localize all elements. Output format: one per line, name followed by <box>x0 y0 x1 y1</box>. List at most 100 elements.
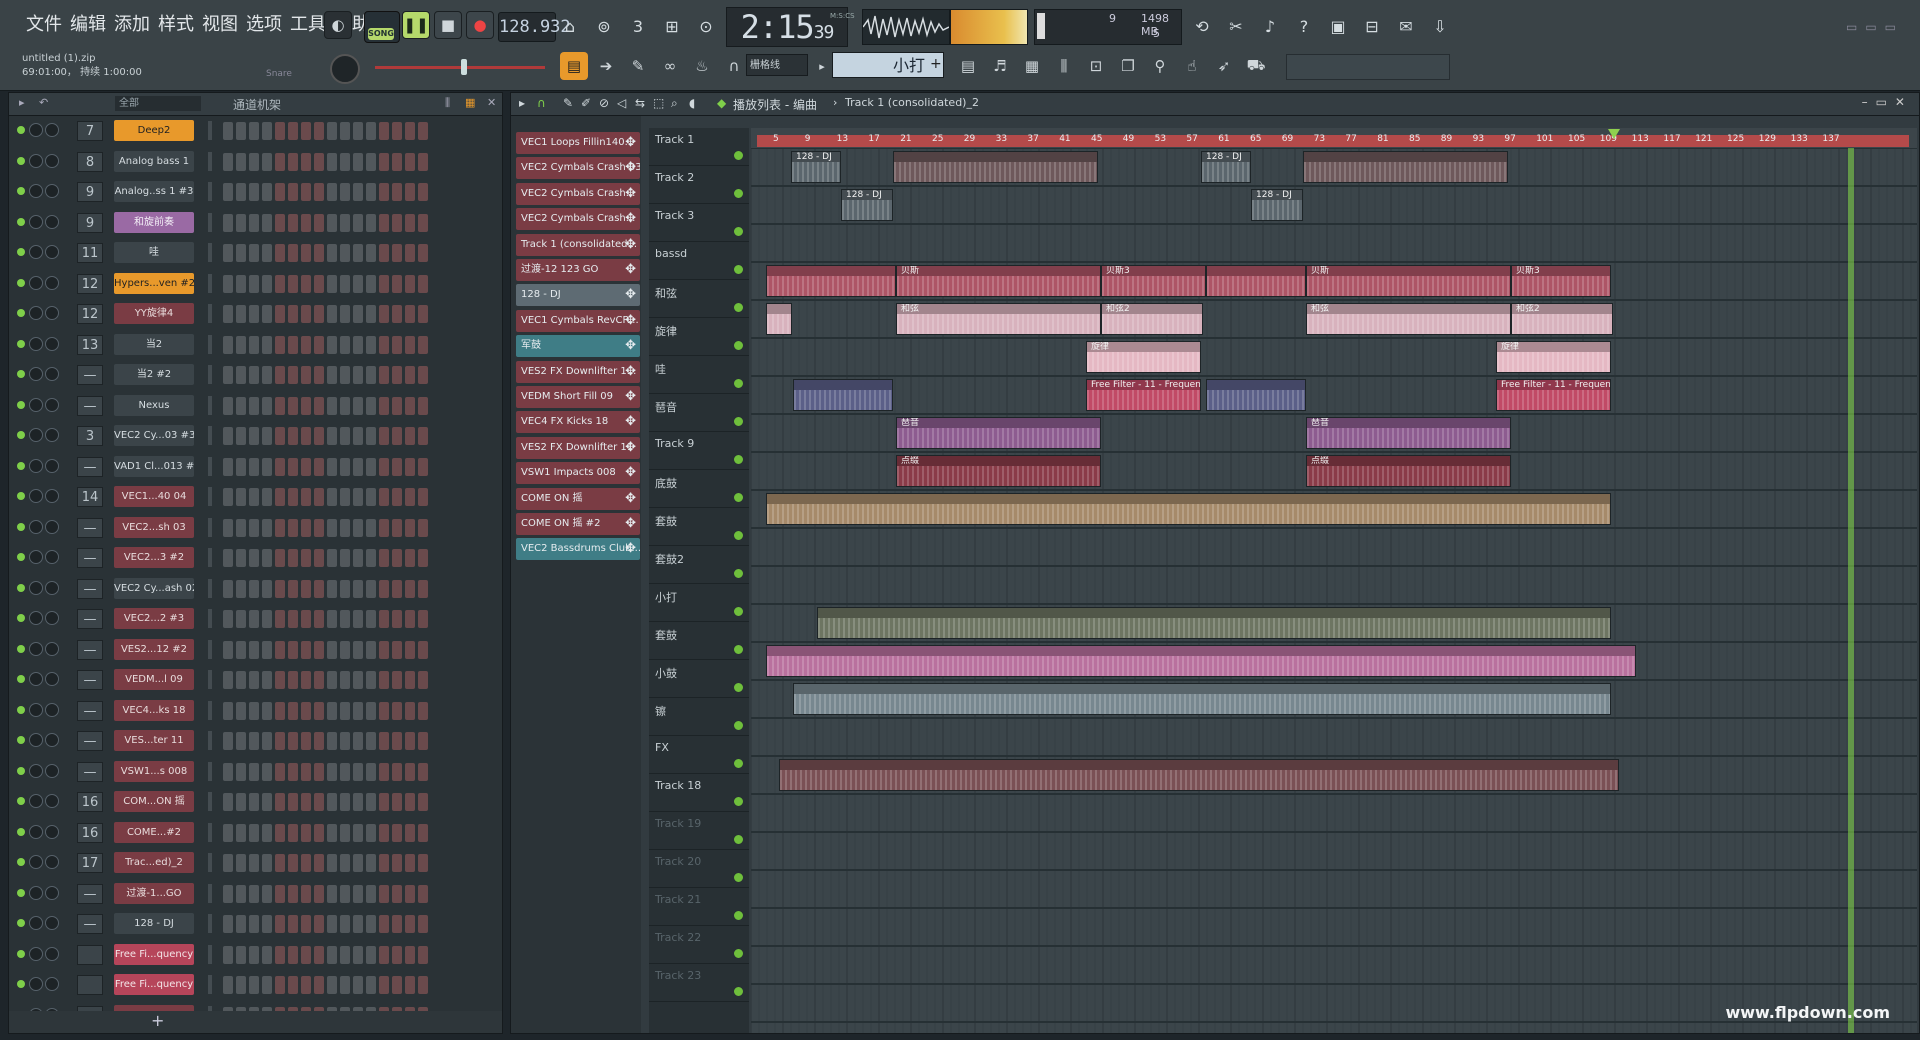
track-mute-icon[interactable] <box>734 455 743 464</box>
step-button[interactable] <box>379 915 389 933</box>
step-button[interactable] <box>275 701 285 720</box>
channel-mixer-number[interactable]: 16 <box>77 822 103 843</box>
step-button[interactable] <box>236 244 246 262</box>
step-button[interactable] <box>301 335 311 354</box>
channel-led-icon[interactable] <box>17 278 25 287</box>
channel-select[interactable] <box>208 609 212 628</box>
step-button[interactable] <box>262 854 272 872</box>
step-button[interactable] <box>275 976 285 994</box>
step-button[interactable] <box>314 549 324 567</box>
step-button[interactable] <box>236 488 246 506</box>
channel-row[interactable]: — VES...ter 11 <box>9 726 502 756</box>
volume-knob[interactable] <box>45 641 59 656</box>
step-button[interactable] <box>327 518 337 537</box>
step-sequencer[interactable] <box>223 732 428 750</box>
channel-name-button[interactable]: COME...#2 <box>114 821 194 843</box>
pan-knob[interactable] <box>29 824 43 839</box>
slip-tool-icon[interactable]: ⇆ <box>635 96 645 110</box>
step-button[interactable] <box>379 945 389 964</box>
channel-mixer-number[interactable]: — <box>77 548 103 568</box>
step-button[interactable] <box>301 884 311 903</box>
step-button[interactable] <box>249 244 259 262</box>
channel-name-button[interactable]: Hypers...ven #2 <box>114 272 194 294</box>
step-button[interactable] <box>275 152 285 171</box>
step-button[interactable] <box>379 366 389 384</box>
step-button[interactable] <box>236 183 246 201</box>
track-header[interactable]: 镲 <box>649 698 749 736</box>
step-sequencer[interactable] <box>223 610 428 628</box>
step-button[interactable] <box>275 122 285 140</box>
step-button[interactable] <box>301 244 311 262</box>
playlist-clip[interactable] <box>766 493 1611 525</box>
step-button[interactable] <box>405 457 415 476</box>
step-button[interactable] <box>379 244 389 262</box>
channel-name-button[interactable]: Analog bass 1 <box>114 150 194 172</box>
step-button[interactable] <box>275 854 285 872</box>
channel-name-button[interactable]: 128 - DJ <box>114 913 194 934</box>
step-button[interactable] <box>340 945 350 964</box>
step-button[interactable] <box>223 884 233 903</box>
clip-drag-icon[interactable]: ✥ <box>625 157 636 179</box>
track-header[interactable]: Track 20 <box>649 850 749 888</box>
step-button[interactable] <box>327 762 337 781</box>
channel-name-button[interactable]: 哇 <box>114 242 194 263</box>
channel-select[interactable] <box>208 243 212 262</box>
step-button[interactable] <box>249 884 259 903</box>
step-button[interactable] <box>262 427 272 445</box>
step-button[interactable] <box>249 823 259 842</box>
track-header[interactable]: 琶音 <box>649 394 749 432</box>
channel-mixer-number[interactable]: — <box>77 365 103 385</box>
step-button[interactable] <box>366 366 376 384</box>
channel-select[interactable] <box>208 883 212 903</box>
channel-led-icon[interactable] <box>17 614 25 622</box>
step-button[interactable] <box>301 152 311 171</box>
step-button[interactable] <box>353 884 363 903</box>
add-pattern-icon[interactable]: + <box>930 56 942 72</box>
step-button[interactable] <box>366 518 376 537</box>
channel-mixer-number[interactable]: — <box>77 700 103 721</box>
step-button[interactable] <box>314 823 324 842</box>
step-button[interactable] <box>340 518 350 537</box>
channel-select[interactable] <box>208 548 212 567</box>
step-button[interactable] <box>236 610 246 628</box>
step-button[interactable] <box>405 122 415 140</box>
step-button[interactable] <box>249 915 259 933</box>
step-button[interactable] <box>288 823 298 842</box>
volume-knob[interactable] <box>45 885 59 900</box>
step-button[interactable] <box>366 122 376 140</box>
step-button[interactable] <box>392 823 402 842</box>
stop-button[interactable]: ■ <box>434 11 462 39</box>
step-button[interactable] <box>392 701 402 720</box>
channel-name-button[interactable]: VAD1 Cl...013 #2 <box>114 455 194 477</box>
step-button[interactable] <box>405 152 415 171</box>
pan-knob[interactable] <box>29 794 43 808</box>
step-button[interactable] <box>353 152 363 171</box>
step-button[interactable] <box>236 793 246 811</box>
step-button[interactable] <box>327 640 337 659</box>
step-button[interactable] <box>288 122 298 140</box>
clip-drag-icon[interactable]: ✥ <box>625 259 636 281</box>
step-button[interactable] <box>366 854 376 872</box>
channel-mixer-number[interactable]: 14 <box>77 487 103 507</box>
step-button[interactable] <box>301 610 311 628</box>
playlist-clip[interactable] <box>1303 151 1508 183</box>
step-button[interactable] <box>340 274 350 293</box>
step-button[interactable] <box>418 884 428 903</box>
step-button[interactable] <box>353 579 363 598</box>
clip-item[interactable]: VEDM Short Fill 09 ✥ <box>516 386 640 408</box>
track-header[interactable]: 底鼓 <box>649 470 749 508</box>
step-button[interactable] <box>223 640 233 659</box>
step-button[interactable] <box>418 671 428 689</box>
step-button[interactable] <box>340 640 350 659</box>
channel-mixer-number[interactable]: 9 <box>77 212 103 233</box>
channel-name-button[interactable]: VEC2...sh 03 <box>114 516 194 538</box>
step-button[interactable] <box>262 488 272 506</box>
step-button[interactable] <box>340 335 350 354</box>
step-button[interactable] <box>288 152 298 171</box>
step-button[interactable] <box>392 610 402 628</box>
volume-knob[interactable] <box>45 550 59 564</box>
pan-knob[interactable] <box>29 428 43 442</box>
step-button[interactable] <box>418 244 428 262</box>
step-button[interactable] <box>314 976 324 994</box>
step-button[interactable] <box>236 366 246 384</box>
